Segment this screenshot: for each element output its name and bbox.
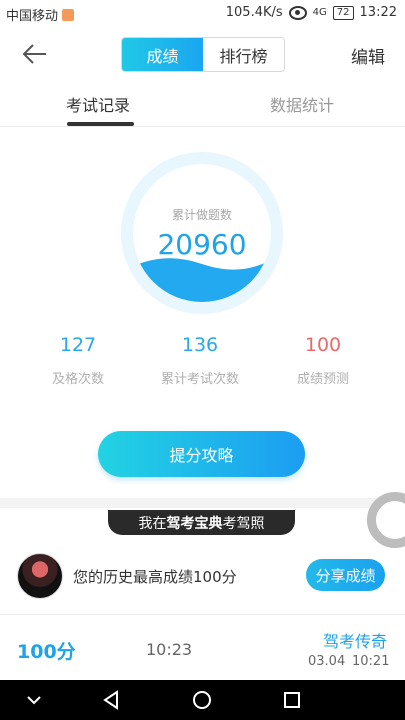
tab-bar: 考试记录 数据统计 — [0, 84, 405, 127]
recents-square-icon[interactable] — [280, 688, 304, 712]
system-nav-bar — [0, 680, 405, 720]
net-speed: 105.4K/s — [225, 5, 283, 20]
stat-pass-count: 127 及格次数 — [23, 334, 133, 387]
stat-value: 136 — [181, 334, 219, 356]
record-title: 驾考传奇 — [322, 632, 387, 651]
water-wave — [133, 258, 271, 302]
promo-banner: 我在 驾考宝典 考驾照 — [108, 510, 295, 535]
avatar — [17, 553, 63, 599]
home-circle-icon[interactable] — [190, 688, 214, 712]
stat-label: 累计考试次数 — [160, 372, 239, 387]
app-notification-icon — [62, 8, 75, 21]
stat-label: 成绩预测 — [296, 372, 349, 387]
best-score-text: 您的历史最高成绩100分 — [73, 568, 237, 586]
arrow-left-icon — [22, 44, 46, 64]
progress-circle: 累计做题数 20960 — [121, 152, 283, 314]
tab-data-statistics[interactable]: 数据统计 — [270, 92, 334, 116]
section-divider — [0, 498, 405, 508]
banner-brand: 驾考宝典 — [166, 515, 223, 532]
segmented-control: 成绩 排行榜 — [121, 37, 285, 72]
stat-value: 100 — [304, 334, 342, 356]
banner-suffix: 考驾照 — [222, 515, 265, 532]
status-bar: 中国移动 105.4K/s 4G 72 13:22 — [0, 0, 405, 28]
clock: 13:22 — [359, 5, 397, 20]
record-duration: 10:23 — [146, 640, 193, 659]
record-time: 10:21 — [352, 654, 390, 669]
record-score: 100分 — [17, 641, 76, 663]
stat-score-prediction: 100 成绩预测 — [268, 334, 378, 387]
signal-icon: 4G — [312, 6, 327, 18]
banner-prefix: 我在 — [138, 515, 167, 532]
top-bar: 成绩 排行榜 编辑 — [0, 28, 405, 80]
improve-score-button[interactable]: 提分攻略 — [98, 431, 305, 477]
back-triangle-icon[interactable] — [100, 688, 124, 712]
share-score-button[interactable]: 分享成绩 — [306, 559, 385, 591]
total-questions-label: 累计做题数 — [171, 208, 232, 222]
divider — [0, 614, 405, 615]
record-date: 03.04 — [308, 654, 346, 669]
stat-exam-count: 136 累计考试次数 — [145, 334, 255, 387]
stat-label: 及格次数 — [51, 372, 104, 387]
carrier-label: 中国移动 — [6, 9, 59, 24]
tab-indicator — [67, 122, 134, 126]
stat-value: 127 — [59, 334, 97, 356]
back-button[interactable] — [18, 38, 50, 70]
eye-icon — [288, 5, 307, 20]
edit-button[interactable]: 编辑 — [351, 43, 385, 68]
battery-icon: 72 — [332, 5, 354, 20]
segment-score[interactable]: 成绩 — [122, 38, 203, 71]
progress-circle-inner: 累计做题数 20960 — [133, 164, 271, 302]
tab-exam-records[interactable]: 考试记录 — [66, 92, 130, 116]
chevron-down-icon[interactable] — [22, 688, 46, 712]
segment-ranking[interactable]: 排行榜 — [203, 38, 284, 71]
